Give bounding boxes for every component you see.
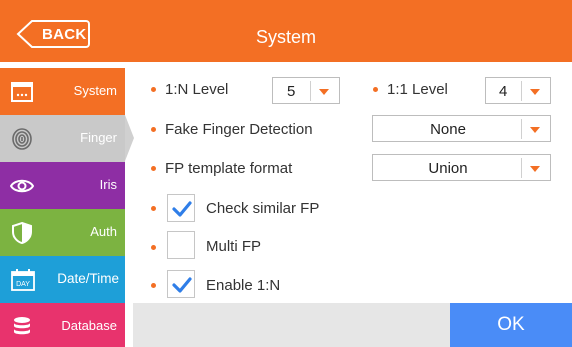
chevron-down-icon [530, 89, 540, 95]
header-bar: BACK System [0, 0, 572, 62]
check-similar-checkbox[interactable] [167, 194, 195, 222]
divider [521, 119, 522, 139]
fake-finger-value: None [430, 121, 466, 138]
multi-fp-label: Multi FP [206, 238, 262, 255]
eye-icon [10, 179, 34, 193]
database-icon [14, 317, 30, 335]
one-level-value: 4 [499, 83, 508, 100]
bullet [151, 206, 156, 211]
bullet [373, 87, 378, 92]
sidebar-item-iris[interactable]: Iris [0, 162, 125, 209]
divider [521, 158, 522, 178]
enable-1n-checkbox[interactable] [167, 270, 195, 298]
fingerprint-icon [12, 128, 32, 150]
one-level-select[interactable]: 4 [485, 77, 551, 104]
multi-fp-checkbox[interactable] [167, 231, 195, 259]
calendar-icon: DAY [11, 269, 35, 291]
fp-template-value: Union [428, 160, 468, 177]
fake-finger-label: Fake Finger Detection [165, 121, 313, 138]
bullet [151, 166, 156, 171]
sidebar-item-database[interactable]: Database [0, 303, 125, 347]
enable-1n-label: Enable 1:N [206, 277, 281, 294]
sidebar-item-system[interactable]: System [0, 68, 125, 115]
window-icon [11, 82, 33, 102]
chevron-down-icon [530, 166, 540, 172]
calendar-day-text: DAY [16, 281, 30, 288]
sidebar-item-label: System [73, 83, 117, 98]
selection-pointer [125, 115, 134, 161]
ok-button[interactable]: OK [450, 303, 572, 347]
bullet [151, 283, 156, 288]
page-title: System [255, 27, 316, 47]
sidebar-item-label: Auth [90, 224, 117, 239]
checkmark-icon [172, 277, 192, 293]
divider [521, 81, 522, 101]
sidebar-item-datetime[interactable]: DAY Date/Time [0, 256, 125, 303]
sidebar-item-finger[interactable]: Finger [0, 115, 134, 162]
one-level-label: 1:1 Level [387, 81, 448, 98]
bullet [151, 127, 156, 132]
system-settings-screen: BACK System System Finger Iris Auth DAY … [0, 0, 572, 347]
sidebar-item-label: Date/Time [57, 271, 119, 286]
n-level-select[interactable]: 5 [272, 77, 340, 104]
n-level-value: 5 [287, 83, 296, 100]
shield-icon [12, 221, 32, 245]
sidebar-item-label: Database [61, 318, 117, 333]
sidebar-item-label: Finger [80, 130, 117, 145]
checkmark-icon [172, 201, 192, 217]
fake-finger-select[interactable]: None [372, 115, 551, 142]
check-similar-label: Check similar FP [206, 200, 320, 217]
sidebar-item-auth[interactable]: Auth [0, 209, 125, 256]
chevron-down-icon [319, 89, 329, 95]
fp-template-label: FP template format [165, 160, 293, 177]
divider [310, 81, 311, 101]
sidebar-item-label: Iris [99, 177, 117, 192]
fp-template-select[interactable]: Union [372, 154, 551, 181]
n-level-label: 1:N Level [165, 81, 229, 98]
bullet [151, 87, 156, 92]
chevron-down-icon [530, 127, 540, 133]
bullet [151, 245, 156, 250]
